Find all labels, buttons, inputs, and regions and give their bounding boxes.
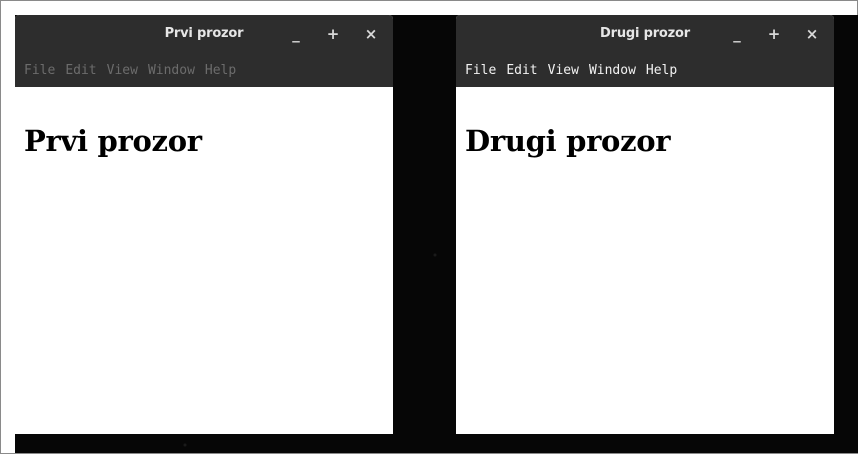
window-drugi-prozor[interactable]: Drugi prozor _ + × File Edit View Window… xyxy=(456,15,834,434)
menu-file[interactable]: File xyxy=(24,55,55,87)
close-button[interactable]: × xyxy=(360,23,382,45)
menu-window[interactable]: Window xyxy=(589,55,636,87)
close-button[interactable]: × xyxy=(801,23,823,45)
menubar: File Edit View Window Help xyxy=(456,55,834,87)
menu-help[interactable]: Help xyxy=(205,55,236,87)
menu-view[interactable]: View xyxy=(548,55,579,87)
titlebar[interactable]: Prvi prozor _ + × xyxy=(15,15,393,55)
window-content: Prvi prozor xyxy=(15,87,393,434)
window-content: Drugi prozor xyxy=(456,87,834,434)
page-heading: Drugi prozor xyxy=(465,124,671,158)
menu-edit[interactable]: Edit xyxy=(506,55,537,87)
titlebar[interactable]: Drugi prozor _ + × xyxy=(456,15,834,55)
minimize-button[interactable]: _ xyxy=(285,23,307,45)
menu-help[interactable]: Help xyxy=(646,55,677,87)
menu-edit[interactable]: Edit xyxy=(65,55,96,87)
maximize-button[interactable]: + xyxy=(763,23,785,45)
menu-window[interactable]: Window xyxy=(148,55,195,87)
maximize-button[interactable]: + xyxy=(322,23,344,45)
page-heading: Prvi prozor xyxy=(24,124,202,158)
minimize-button[interactable]: _ xyxy=(726,23,748,45)
menu-view[interactable]: View xyxy=(107,55,138,87)
menubar: File Edit View Window Help xyxy=(15,55,393,87)
menu-file[interactable]: File xyxy=(465,55,496,87)
window-prvi-prozor[interactable]: Prvi prozor _ + × File Edit View Window … xyxy=(15,15,393,434)
